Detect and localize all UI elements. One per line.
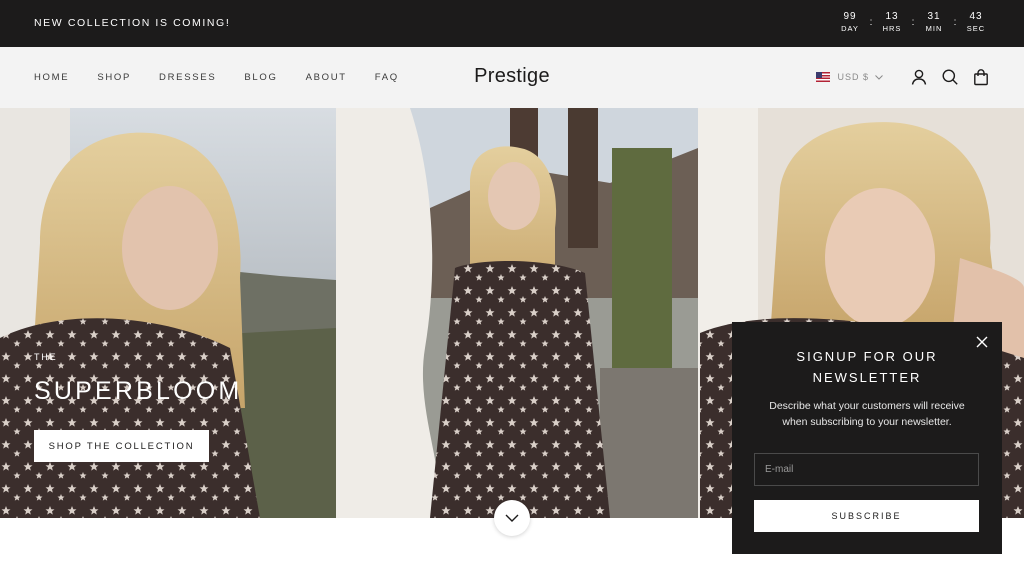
chevron-down-icon [875, 74, 883, 80]
currency-label: USD $ [837, 72, 869, 82]
countdown-minutes: 31 MIN [920, 10, 948, 35]
nav-dresses[interactable]: DRESSES [159, 72, 216, 83]
nav-shop[interactable]: SHOP [97, 72, 131, 83]
countdown-timer: 99 DAY : 13 HRS : 31 MIN : 43 SEC [836, 10, 990, 36]
newsletter-title: SIGNUP FOR OUR NEWSLETTER [732, 346, 1002, 388]
scroll-down-button[interactable] [494, 500, 530, 536]
site-header: HOME SHOP DRESSES BLOG ABOUT FAQ Prestig… [0, 47, 1024, 108]
site-logo[interactable]: Prestige [474, 65, 550, 87]
account-icon[interactable] [910, 68, 928, 86]
currency-selector[interactable]: USD $ [816, 72, 883, 82]
subscribe-button[interactable]: SUBSCRIBE [754, 500, 979, 532]
newsletter-popup: SIGNUP FOR OUR NEWSLETTER Describe what … [732, 322, 1002, 554]
header-actions: USD $ [816, 67, 990, 87]
countdown-days: 99 DAY [836, 10, 864, 35]
countdown-days-label: DAY [841, 24, 859, 33]
countdown-hours-value: 13 [885, 11, 899, 22]
nav-home[interactable]: HOME [34, 72, 69, 83]
countdown-seconds-value: 43 [969, 11, 983, 22]
email-field[interactable] [754, 453, 979, 486]
countdown-separator: : [869, 17, 873, 28]
countdown-minutes-value: 31 [927, 11, 941, 22]
countdown-hours: 13 HRS [878, 10, 906, 35]
countdown-days-value: 99 [843, 11, 857, 22]
main-nav: HOME SHOP DRESSES BLOG ABOUT FAQ [34, 72, 427, 83]
chevron-down-icon [505, 514, 519, 522]
shop-collection-button[interactable]: SHOP THE COLLECTION [34, 430, 209, 462]
cart-icon[interactable] [972, 68, 990, 86]
newsletter-description: Describe what your customers will receiv… [769, 400, 965, 428]
newsletter-title-line1: SIGNUP FOR OUR [796, 349, 938, 364]
announcement-bar: NEW COLLECTION IS COMING! 99 DAY : 13 HR… [0, 0, 1024, 47]
countdown-separator: : [953, 17, 957, 28]
hero-eyebrow: THE [34, 352, 58, 362]
announcement-text: NEW COLLECTION IS COMING! [34, 17, 231, 29]
newsletter-title-line2: NEWSLETTER [812, 370, 922, 385]
nav-about[interactable]: ABOUT [306, 72, 347, 83]
nav-faq[interactable]: FAQ [375, 72, 399, 83]
search-icon[interactable] [941, 68, 959, 86]
countdown-separator: : [911, 17, 915, 28]
countdown-minutes-label: MIN [925, 24, 943, 33]
nav-blog[interactable]: BLOG [244, 72, 277, 83]
countdown-seconds: 43 SEC [962, 10, 990, 35]
countdown-seconds-label: SEC [966, 24, 986, 33]
hero-title: SUPERBLOOM [34, 377, 243, 405]
us-flag-icon [816, 72, 831, 82]
countdown-hours-label: HRS [882, 24, 902, 33]
